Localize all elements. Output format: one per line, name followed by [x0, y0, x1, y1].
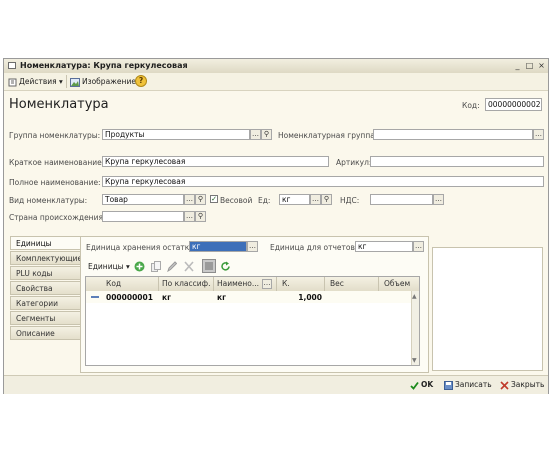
- column-divider: [213, 277, 214, 291]
- full-name-label: Полное наименование:: [9, 178, 101, 187]
- search-icon[interactable]: ⚲: [195, 211, 206, 222]
- country-field[interactable]: [102, 211, 184, 222]
- scroll-up-icon[interactable]: ▲: [412, 293, 417, 300]
- nom-group-label: Номенклатурная группа:: [278, 131, 378, 140]
- unit-label: Ед:: [258, 196, 271, 205]
- tab-description[interactable]: Описание: [10, 326, 80, 340]
- window-title: Номенклатура: Крупа геркулесовая: [20, 61, 188, 70]
- close-window-button[interactable]: ×: [536, 60, 547, 71]
- tab-segments[interactable]: Сегменты: [10, 311, 80, 325]
- row-code: 000000001: [106, 293, 153, 302]
- vat-choose-button[interactable]: …: [433, 194, 444, 205]
- scroll-down-icon[interactable]: ▼: [412, 357, 417, 364]
- storage-unit-choose-button[interactable]: …: [247, 241, 258, 252]
- select-icon[interactable]: [202, 259, 216, 273]
- column-header-volume[interactable]: Объем: [384, 277, 414, 291]
- toolbar-divider: [66, 75, 67, 88]
- window-icon: [8, 62, 16, 69]
- save-icon: [444, 380, 453, 390]
- short-name-field[interactable]: Крупа геркулесовая: [102, 156, 329, 167]
- chevron-down-icon: ▾: [126, 262, 130, 271]
- kind-label: Вид номенклатуры:: [9, 196, 88, 205]
- copy-icon[interactable]: [151, 261, 161, 272]
- article-field[interactable]: [370, 156, 544, 167]
- search-icon[interactable]: ⚲: [261, 129, 272, 140]
- unit-field[interactable]: кг: [279, 194, 310, 205]
- tab-properties[interactable]: Свойства: [10, 281, 80, 295]
- ok-label: OK: [421, 380, 434, 389]
- edit-icon[interactable]: [167, 261, 177, 272]
- search-icon[interactable]: ⚲: [321, 194, 332, 205]
- nom-group-choose-button[interactable]: …: [533, 129, 544, 140]
- code-field[interactable]: 00000000002: [485, 98, 542, 111]
- country-choose-button[interactable]: …: [184, 211, 195, 222]
- group-label: Группа номенклатуры:: [9, 131, 101, 140]
- actions-icon: [8, 78, 17, 86]
- storage-unit-label: Единица хранения остатков:: [86, 243, 201, 252]
- row-classifier: кг: [162, 293, 172, 302]
- vat-field[interactable]: [370, 194, 433, 205]
- kind-field[interactable]: Товар: [102, 194, 184, 205]
- page-title: Номенклатура: [9, 97, 109, 112]
- report-unit-choose-button[interactable]: …: [413, 241, 424, 252]
- ok-button[interactable]: OK: [410, 378, 433, 391]
- weight-checkbox[interactable]: ✓: [210, 195, 218, 203]
- short-name-label: Краткое наименование:: [9, 158, 105, 167]
- row-name: кг: [217, 293, 227, 302]
- code-label: Код:: [462, 101, 480, 110]
- group-field[interactable]: Продукты: [102, 129, 250, 140]
- tab-units[interactable]: Единицы: [10, 236, 80, 250]
- column-divider: [276, 277, 277, 291]
- search-icon[interactable]: ⚲: [195, 194, 206, 205]
- tab-plu-codes[interactable]: PLU коды: [10, 266, 80, 280]
- report-unit-label: Единица для отчетов:: [270, 243, 358, 252]
- units-menu-label: Единицы: [88, 262, 124, 271]
- column-header-weight[interactable]: Вес: [330, 277, 370, 291]
- actions-label: Действия: [19, 77, 57, 86]
- column-divider: [324, 277, 325, 291]
- units-actions-menu[interactable]: Единицы ▾: [88, 260, 130, 273]
- close-button[interactable]: Закрыть: [500, 378, 544, 391]
- minimize-button[interactable]: _: [512, 60, 523, 71]
- column-divider: [158, 277, 159, 291]
- image-icon: [70, 77, 80, 87]
- article-label: Артикул:: [336, 158, 372, 167]
- actions-menu-button[interactable]: Действия ▾: [8, 75, 63, 88]
- image-button[interactable]: Изображение: [70, 75, 136, 88]
- delete-icon[interactable]: [184, 261, 194, 272]
- column-header-classifier[interactable]: По классиф.: [162, 277, 212, 291]
- image-preview[interactable]: [432, 247, 543, 371]
- group-choose-button[interactable]: …: [250, 129, 261, 140]
- row-marker-icon: [91, 296, 99, 298]
- column-header-name[interactable]: Наимено...: [217, 277, 261, 291]
- add-icon[interactable]: [134, 261, 145, 272]
- maximize-button[interactable]: □: [524, 60, 535, 71]
- close-icon: [500, 380, 509, 390]
- image-label: Изображение: [82, 77, 136, 86]
- save-label: Записать: [455, 380, 492, 389]
- save-button[interactable]: Записать: [444, 378, 492, 391]
- chevron-down-icon: ▾: [59, 77, 63, 86]
- unit-choose-button[interactable]: …: [310, 194, 321, 205]
- vertical-scrollbar[interactable]: [411, 291, 419, 365]
- vat-label: НДС:: [340, 196, 360, 205]
- full-name-field[interactable]: Крупа геркулесовая: [102, 176, 544, 187]
- row-coefficient: 1,000: [298, 293, 322, 302]
- tab-categories[interactable]: Категории: [10, 296, 80, 310]
- close-label: Закрыть: [511, 380, 545, 389]
- help-button[interactable]: ?: [135, 75, 147, 87]
- refresh-icon[interactable]: [220, 261, 231, 272]
- column-choose-button[interactable]: …: [262, 279, 272, 289]
- kind-choose-button[interactable]: …: [184, 194, 195, 205]
- storage-unit-field[interactable]: кг: [189, 241, 247, 252]
- country-label: Страна происхождения:: [9, 213, 106, 222]
- column-header-coefficient[interactable]: К.: [282, 277, 322, 291]
- check-icon: [410, 381, 419, 390]
- column-divider: [378, 277, 379, 291]
- tab-components[interactable]: Комплектующие: [10, 251, 82, 265]
- column-header-code[interactable]: Код: [106, 277, 156, 291]
- weight-label: Весовой: [220, 196, 253, 205]
- report-unit-field[interactable]: кг: [355, 241, 413, 252]
- nom-group-field[interactable]: [373, 129, 533, 140]
